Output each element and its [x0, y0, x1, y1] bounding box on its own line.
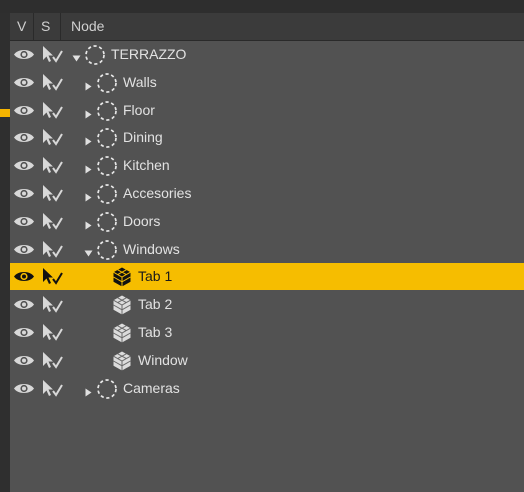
node-label[interactable]: Accesories	[123, 180, 191, 207]
tree-row[interactable]: Window	[10, 347, 524, 374]
node-label[interactable]: Tab 2	[138, 291, 172, 318]
chevron-right-icon[interactable]	[84, 78, 93, 91]
eye-icon[interactable]	[13, 103, 35, 118]
tree-row[interactable]: TERRAZZO	[10, 41, 524, 68]
node-label[interactable]: Walls	[123, 69, 157, 96]
tree-row[interactable]: Floor	[10, 97, 524, 124]
pointer-select-icon[interactable]	[41, 156, 63, 175]
eye-icon[interactable]	[13, 297, 35, 312]
group-node-icon	[96, 155, 118, 177]
chevron-down-icon[interactable]	[72, 50, 81, 62]
tree-row[interactable]: Doors	[10, 208, 524, 235]
mesh-object-icon	[111, 350, 133, 372]
chevron-right-icon[interactable]	[84, 384, 93, 397]
group-node-icon	[96, 127, 118, 149]
eye-icon[interactable]	[13, 353, 35, 368]
eye-icon[interactable]	[13, 214, 35, 229]
left-gutter	[0, 13, 10, 492]
node-label[interactable]: Cameras	[123, 375, 180, 402]
chevron-right-icon[interactable]	[84, 161, 93, 174]
eye-icon[interactable]	[13, 75, 35, 90]
tree-row[interactable]: Dining	[10, 124, 524, 151]
mesh-object-icon	[111, 294, 133, 316]
eye-icon[interactable]	[13, 158, 35, 173]
node-label[interactable]: Windows	[123, 236, 180, 263]
chevron-right-icon[interactable]	[84, 189, 93, 202]
group-node-icon	[96, 183, 118, 205]
chevron-right-icon[interactable]	[84, 133, 93, 146]
accent-marker	[0, 109, 10, 117]
header-visibility-column[interactable]: V	[10, 13, 34, 40]
pointer-select-icon[interactable]	[41, 267, 63, 286]
tree-row[interactable]: Walls	[10, 69, 524, 96]
pointer-select-icon[interactable]	[41, 351, 63, 370]
node-label[interactable]: Floor	[123, 97, 155, 124]
eye-icon[interactable]	[13, 186, 35, 201]
mesh-object-icon	[111, 266, 133, 288]
header-selectable-column[interactable]: S	[34, 13, 61, 40]
scene-panel: V S Node TERRAZZO Walls Floor Dining Kitchen…	[0, 0, 524, 492]
tree-row[interactable]: Cameras	[10, 375, 524, 402]
eye-icon[interactable]	[13, 130, 35, 145]
chevron-right-icon[interactable]	[84, 217, 93, 230]
tree-row[interactable]: Tab 2	[10, 291, 524, 318]
top-toolbar-strip	[0, 0, 524, 13]
eye-icon[interactable]	[13, 47, 35, 62]
header-node-column[interactable]: Node	[61, 13, 524, 40]
pointer-select-icon[interactable]	[41, 184, 63, 203]
mesh-object-icon	[111, 322, 133, 344]
eye-icon[interactable]	[13, 381, 35, 396]
node-label[interactable]: Tab 3	[138, 319, 172, 346]
chevron-down-icon[interactable]	[84, 245, 93, 257]
node-label[interactable]: Dining	[123, 124, 163, 151]
pointer-select-icon[interactable]	[41, 101, 63, 120]
tree-row[interactable]: Tab 3	[10, 319, 524, 346]
pointer-select-icon[interactable]	[41, 240, 63, 259]
node-label[interactable]: Tab 1	[138, 263, 172, 290]
group-node-icon	[96, 378, 118, 400]
pointer-select-icon[interactable]	[41, 295, 63, 314]
tree-row[interactable]: Windows	[10, 236, 524, 263]
eye-icon[interactable]	[13, 242, 35, 257]
group-node-icon	[96, 100, 118, 122]
column-header: V S Node	[10, 13, 524, 41]
pointer-select-icon[interactable]	[41, 45, 63, 64]
group-node-icon	[96, 239, 118, 261]
chevron-right-icon[interactable]	[84, 106, 93, 119]
tree-row[interactable]: Accesories	[10, 180, 524, 207]
pointer-select-icon[interactable]	[41, 212, 63, 231]
group-node-icon	[96, 72, 118, 94]
node-label[interactable]: Kitchen	[123, 152, 170, 179]
node-label[interactable]: TERRAZZO	[111, 41, 186, 68]
pointer-select-icon[interactable]	[41, 128, 63, 147]
pointer-select-icon[interactable]	[41, 379, 63, 398]
tree-row[interactable]: Kitchen	[10, 152, 524, 179]
eye-icon[interactable]	[13, 325, 35, 340]
group-node-icon	[84, 44, 106, 66]
node-label[interactable]: Window	[138, 347, 188, 374]
tree-row[interactable]: Tab 1	[10, 263, 524, 291]
node-label[interactable]: Doors	[123, 208, 160, 235]
pointer-select-icon[interactable]	[41, 323, 63, 342]
group-node-icon	[96, 211, 118, 233]
eye-icon[interactable]	[13, 269, 35, 284]
pointer-select-icon[interactable]	[41, 73, 63, 92]
